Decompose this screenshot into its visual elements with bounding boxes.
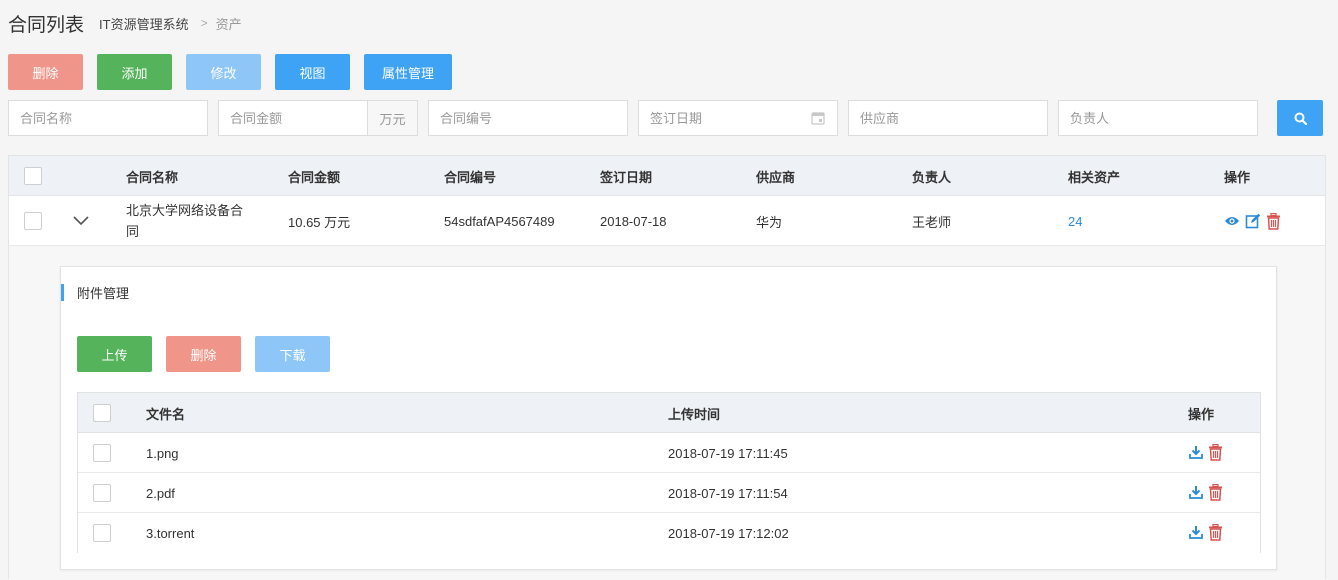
col-owner[interactable]: 负责人: [912, 156, 951, 196]
contract-amount-input[interactable]: [219, 101, 367, 135]
file-name-cell: 1.png: [146, 445, 179, 461]
contract-amount-cell: 10.65 万元: [288, 214, 351, 230]
attachment-table-header: 文件名 上传时间 操作: [78, 393, 1260, 433]
attachment-panel-title: 附件管理: [61, 284, 129, 301]
select-all-checkbox[interactable]: [24, 167, 42, 185]
supplier-filter: [848, 100, 1048, 136]
col-upload-time[interactable]: 上传时间: [668, 393, 720, 433]
upload-button[interactable]: 上传: [77, 336, 152, 372]
col-contract-name[interactable]: 合同名称: [126, 156, 178, 196]
breadcrumb-current: 资产: [215, 16, 242, 32]
attachment-download-button[interactable]: 下载: [255, 336, 330, 372]
attachment-select-all-checkbox[interactable]: [93, 404, 111, 422]
col-supplier[interactable]: 供应商: [756, 156, 795, 196]
contract-name-cell: 北京大学网络设备合 同: [126, 200, 243, 242]
contract-name-line2: 同: [126, 224, 140, 239]
supplier-input[interactable]: [849, 101, 1047, 135]
attachment-row[interactable]: 2.pdf 2018-07-19 17:11:54: [78, 473, 1260, 513]
owner-input[interactable]: [1059, 101, 1257, 135]
contract-amount-filter: 万元: [218, 100, 418, 136]
attachment-delete-button[interactable]: 删除: [166, 336, 241, 372]
attachment-row-actions: [1189, 473, 1223, 511]
view-button[interactable]: 视图: [275, 54, 350, 90]
row-actions: [1224, 196, 1281, 246]
col-actions: 操作: [1224, 169, 1251, 185]
col-amount[interactable]: 合同金额: [288, 156, 340, 196]
upload-time-cell: 2018-07-19 17:11:45: [668, 445, 788, 461]
sign-date-filter: [638, 100, 838, 136]
attachment-panel: 附件管理 上传 删除 下载 文件名 上传时间 操作 1.png 2018-07-…: [60, 266, 1277, 570]
download-icon[interactable]: [1189, 525, 1203, 539]
col-number[interactable]: 合同编号: [444, 156, 496, 196]
attachment-row[interactable]: 1.png 2018-07-19 17:11:45: [78, 433, 1260, 473]
trash-icon[interactable]: [1208, 483, 1223, 501]
row-checkbox[interactable]: [24, 212, 42, 230]
table-header: 合同名称 合同金额 合同编号 签订日期 供应商 负责人 相关资产 操作: [9, 156, 1325, 196]
col-attachment-actions: 操作: [1188, 406, 1215, 422]
chevron-down-icon[interactable]: [72, 214, 90, 226]
page-title: 合同列表: [8, 14, 85, 36]
contract-number-filter: [428, 100, 628, 136]
trash-icon[interactable]: [1208, 443, 1223, 461]
download-icon[interactable]: [1189, 445, 1203, 459]
col-file-name[interactable]: 文件名: [146, 393, 185, 433]
col-sign-date[interactable]: 签订日期: [600, 156, 652, 196]
attachment-row-select-wrapper: [93, 444, 111, 462]
upload-time-cell: 2018-07-19 17:11:54: [668, 485, 788, 501]
attachment-table: 文件名 上传时间 操作 1.png 2018-07-19 17:11:45 2.…: [77, 392, 1261, 553]
related-assets-link[interactable]: 24: [1068, 196, 1082, 246]
supplier-cell: 华为: [756, 214, 783, 230]
attachment-select-all-wrapper: [93, 404, 111, 422]
page-header: 合同列表 IT资源管理系统 > 资产: [8, 10, 242, 36]
attachment-row-select-wrapper: [93, 524, 111, 542]
select-all-wrapper: [24, 167, 42, 185]
breadcrumb-system[interactable]: IT资源管理系统: [99, 14, 189, 33]
owner-cell: 王老师: [912, 214, 952, 230]
add-button[interactable]: 添加: [97, 54, 172, 90]
trash-icon[interactable]: [1266, 212, 1281, 230]
attachment-row-select-wrapper: [93, 484, 111, 502]
contract-name-input[interactable]: [9, 101, 207, 135]
search-icon: [1294, 112, 1307, 125]
col-assets[interactable]: 相关资产: [1068, 156, 1120, 196]
owner-filter: [1058, 100, 1258, 136]
file-name-cell: 3.torrent: [146, 525, 195, 541]
sign-date-input[interactable]: [639, 101, 837, 135]
sign-date-cell: 2018-07-18: [600, 213, 667, 229]
delete-button[interactable]: 删除: [8, 54, 83, 90]
upload-time-cell: 2018-07-19 17:12:02: [668, 525, 789, 541]
attachment-row-actions: [1189, 433, 1223, 471]
attachment-row-actions: [1189, 513, 1223, 551]
amount-unit-addon: 万元: [367, 101, 417, 135]
attachment-row[interactable]: 3.torrent 2018-07-19 17:12:02: [78, 513, 1260, 553]
breadcrumb-separator: >: [200, 16, 208, 30]
search-button[interactable]: [1277, 100, 1323, 136]
edit-button[interactable]: 修改: [186, 54, 261, 90]
attachment-row-checkbox[interactable]: [93, 484, 111, 502]
calendar-icon[interactable]: [811, 111, 825, 128]
attribute-manage-button[interactable]: 属性管理: [364, 54, 452, 90]
eye-icon[interactable]: [1224, 215, 1240, 227]
contract-name-line1: 北京大学网络设备合: [126, 203, 244, 218]
attachment-row-checkbox[interactable]: [93, 524, 111, 542]
row-select-wrapper: [24, 212, 42, 230]
contract-name-filter: [8, 100, 208, 136]
contract-number-input[interactable]: [429, 101, 627, 135]
attachment-row-checkbox[interactable]: [93, 444, 111, 462]
contract-number-cell: 54sdfafAP4567489: [444, 213, 555, 229]
trash-icon[interactable]: [1208, 523, 1223, 541]
contract-table: 合同名称 合同金额 合同编号 签订日期 供应商 负责人 相关资产 操作 北京大学…: [8, 155, 1326, 580]
download-icon[interactable]: [1189, 485, 1203, 499]
table-row[interactable]: 北京大学网络设备合 同 10.65 万元 54sdfafAP4567489 20…: [9, 196, 1325, 246]
file-name-cell: 2.pdf: [146, 485, 175, 501]
edit-icon[interactable]: [1245, 213, 1261, 229]
